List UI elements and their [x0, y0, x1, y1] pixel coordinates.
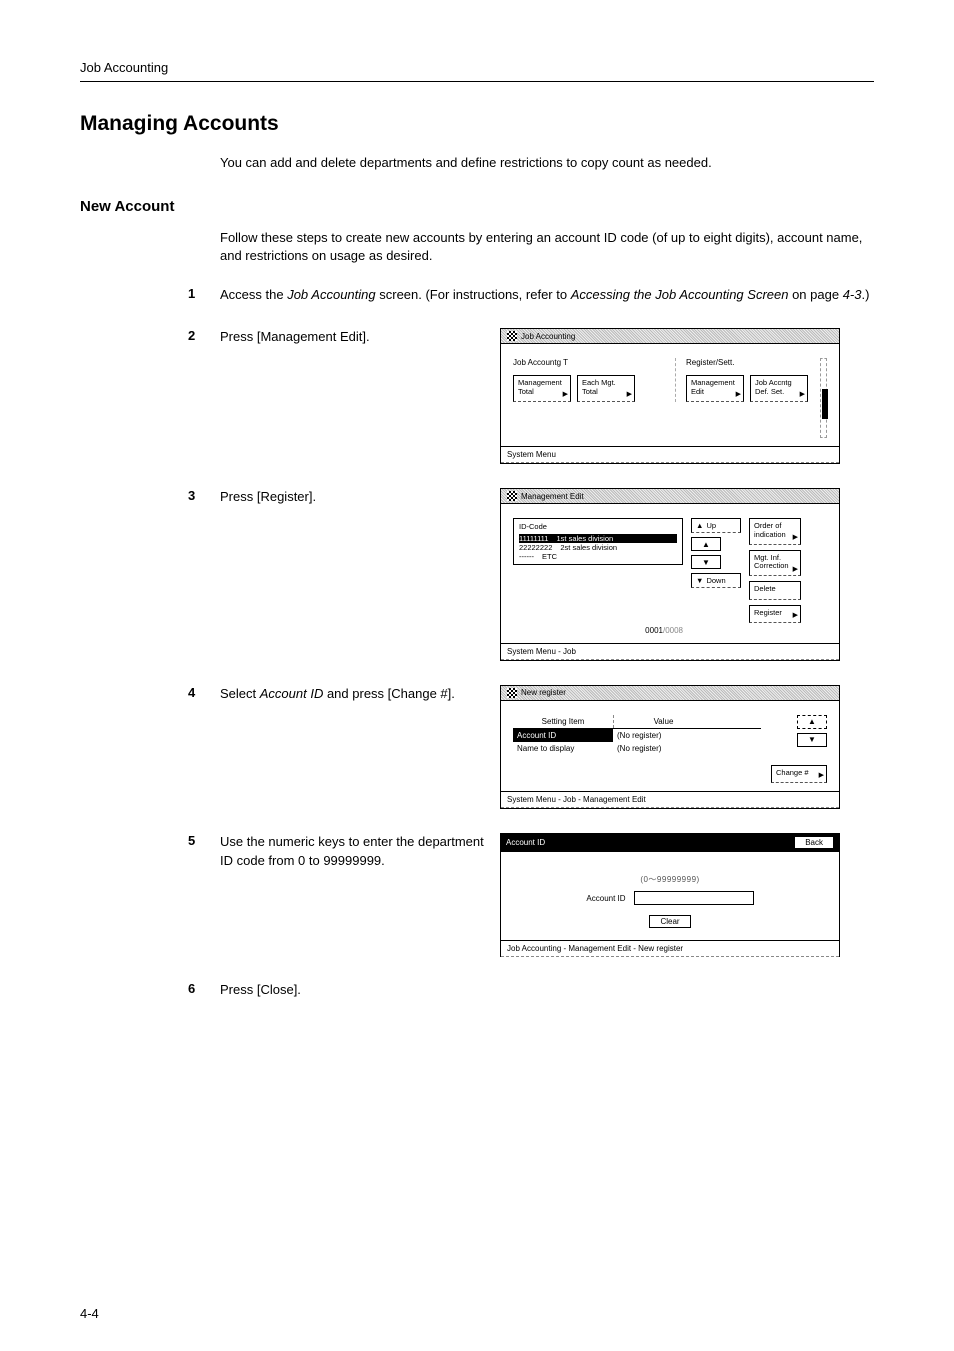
screen-footer: Job Accounting - Management Edit - New r…	[501, 940, 839, 957]
step-1: 1 Access the Job Accounting screen. (For…	[188, 286, 874, 305]
screen-title: Account ID	[506, 838, 545, 847]
intro-text: You can add and delete departments and d…	[220, 154, 874, 172]
account-id-input[interactable]	[634, 891, 754, 905]
step-4: 4 Select Account ID and press [Change #]…	[188, 685, 874, 809]
checker-icon	[507, 331, 517, 341]
screen-new-register: New register Setting Item Value Account …	[500, 685, 840, 809]
table-row[interactable]: Name to display (No register)	[513, 742, 761, 755]
screen-account-id: Account ID Back (0～99999999) Account ID …	[500, 833, 840, 957]
table-row[interactable]: Account ID (No register)	[513, 729, 761, 742]
each-mgt-total-button[interactable]: Each Mgt. Total▶	[577, 375, 635, 402]
up-arrow-icon: ▲	[702, 540, 710, 549]
sub-intro: Follow these steps to create new account…	[220, 229, 874, 265]
list-header: ID-Code	[519, 522, 677, 531]
down-arrow-icon: ▼	[696, 576, 703, 585]
step-number: 1	[188, 286, 220, 301]
screen-titlebar: Account ID Back	[500, 833, 840, 852]
management-edit-button[interactable]: Management Edit▶	[686, 375, 744, 402]
screen-titlebar: New register	[501, 686, 839, 701]
scroll-up-button[interactable]: ▲	[691, 537, 721, 551]
step-1-text: Access the Job Accounting screen. (For i…	[220, 286, 874, 305]
scroll-down-button[interactable]: ▼	[797, 733, 827, 747]
scroll-up-button[interactable]: ▲	[797, 715, 827, 729]
range-text: (0～99999999)	[511, 874, 829, 885]
down-arrow-icon: ▼	[808, 735, 816, 744]
screen-title: Management Edit	[521, 492, 584, 501]
screen-footer: System Menu - Job	[501, 643, 839, 660]
up-arrow-icon: ▲	[808, 717, 816, 726]
account-id-label: Account ID	[586, 894, 625, 903]
section-label: Job Accountg T	[513, 358, 635, 367]
step-6-text: Press [Close].	[220, 981, 874, 1000]
screen-titlebar: Management Edit	[501, 489, 839, 504]
down-arrow-icon: ▼	[702, 558, 710, 567]
checker-icon	[507, 688, 517, 698]
step-5-text: Use the numeric keys to enter the depart…	[220, 833, 500, 871]
step-number: 6	[188, 981, 220, 996]
step-5: 5 Use the numeric keys to enter the depa…	[188, 833, 874, 957]
scroll-down-button[interactable]: ▼	[691, 555, 721, 569]
list-row[interactable]: 222222222st sales division	[519, 543, 677, 552]
clear-button[interactable]: Clear	[649, 915, 690, 928]
sub-title: New Account	[80, 198, 874, 215]
job-accntg-def-set-button[interactable]: Job Accntg Def. Set.▶	[750, 375, 808, 402]
scroll-bar[interactable]	[820, 358, 827, 438]
column-header: Value	[613, 715, 713, 728]
step-number: 3	[188, 488, 220, 503]
step-2: 2 Press [Management Edit]. Job Accountin…	[188, 328, 874, 464]
section-label: Register/Sett.	[686, 358, 808, 367]
change-number-button[interactable]: Change #▶	[771, 765, 827, 783]
page-number: 4-4	[80, 1306, 99, 1321]
id-code-list[interactable]: ID-Code 111111111st sales division 22222…	[513, 518, 683, 565]
screen-management-edit: Management Edit ID-Code 111111111st sale…	[500, 488, 840, 661]
list-row[interactable]: 111111111st sales division	[519, 534, 677, 543]
screen-title: Job Accounting	[521, 332, 575, 341]
page-header: Job Accounting	[80, 60, 874, 82]
step-2-text: Press [Management Edit].	[220, 328, 500, 347]
screen-job-accounting: Job Accounting Job Accountg T Management…	[500, 328, 840, 464]
screen-titlebar: Job Accounting	[501, 329, 839, 344]
step-6: 6 Press [Close].	[188, 981, 874, 1000]
step-number: 5	[188, 833, 220, 848]
list-row[interactable]: ------ETC	[519, 552, 677, 561]
screen-footer: System Menu	[501, 446, 839, 463]
step-4-text: Select Account ID and press [Change #].	[220, 685, 500, 704]
back-button[interactable]: Back	[794, 836, 834, 849]
order-of-indication-button[interactable]: Order of indication▶	[749, 518, 801, 545]
step-number: 4	[188, 685, 220, 700]
management-total-button[interactable]: Management Total▶	[513, 375, 571, 402]
main-title: Managing Accounts	[80, 112, 874, 136]
step-3: 3 Press [Register]. Management Edit ID-C…	[188, 488, 874, 661]
down-button[interactable]: ▼Down	[691, 573, 741, 588]
counter: 0001/0008	[513, 626, 683, 635]
step-number: 2	[188, 328, 220, 343]
register-button[interactable]: Register▶	[749, 605, 801, 623]
column-header: Setting Item	[513, 715, 613, 728]
checker-icon	[507, 491, 517, 501]
up-button[interactable]: ▲Up	[691, 518, 741, 533]
up-arrow-icon: ▲	[696, 521, 703, 530]
mgt-inf-correction-button[interactable]: Mgt. Inf. Correction▶	[749, 550, 801, 577]
screen-footer: System Menu - Job - Management Edit	[501, 791, 839, 808]
screen-title: New register	[521, 688, 566, 697]
delete-button[interactable]: Delete	[749, 581, 801, 599]
step-3-text: Press [Register].	[220, 488, 500, 507]
